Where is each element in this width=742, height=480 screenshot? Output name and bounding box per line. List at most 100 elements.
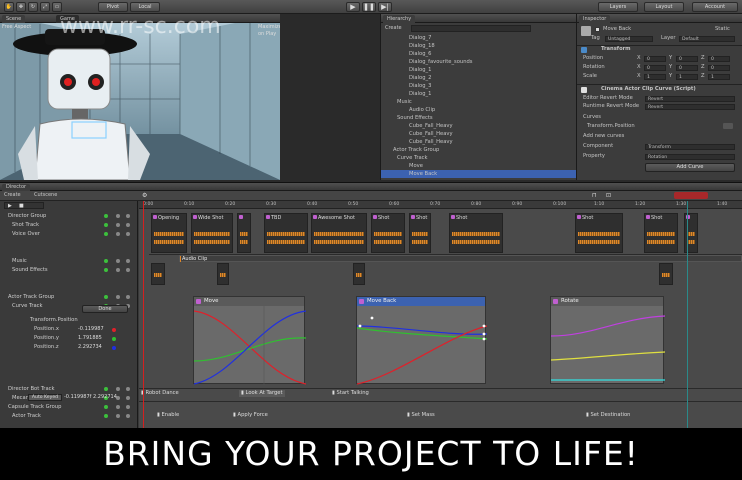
curve-value[interactable]: -0.119987 bbox=[78, 326, 104, 333]
component-dropdown[interactable]: Transform bbox=[645, 144, 735, 150]
shot-clip[interactable]: TBD bbox=[264, 213, 308, 253]
tab-director[interactable]: Director bbox=[2, 184, 31, 191]
hierarchy-item[interactable]: Dialog_1 bbox=[409, 91, 431, 98]
track-visible-icon[interactable] bbox=[104, 414, 108, 418]
transform-field[interactable]: 0 bbox=[644, 56, 666, 62]
object-name-field[interactable]: Move Back bbox=[603, 26, 703, 33]
track-row[interactable]: Transform.Position bbox=[0, 316, 138, 325]
transform-field[interactable]: 0 bbox=[708, 65, 730, 71]
track-row[interactable]: Capsule Track Group bbox=[0, 403, 138, 412]
layer-dropdown[interactable]: Default bbox=[679, 36, 735, 42]
track-settings-icon[interactable] bbox=[126, 405, 130, 409]
track-visible-icon[interactable] bbox=[104, 387, 108, 391]
hierarchy-item[interactable]: Dialog_3 bbox=[409, 83, 431, 90]
track-lock-icon[interactable] bbox=[116, 405, 120, 409]
track-row[interactable]: Actor Track Group bbox=[0, 293, 138, 302]
track-visible-icon[interactable] bbox=[104, 223, 108, 227]
transform-header[interactable]: Transform bbox=[601, 46, 631, 53]
shot-clip[interactable]: Wide Shot bbox=[191, 213, 233, 253]
track-row[interactable]: Position.x bbox=[0, 325, 138, 334]
record-button[interactable] bbox=[674, 192, 708, 199]
curves-label[interactable]: Curves bbox=[583, 114, 601, 121]
pause-icon[interactable]: ❚❚ bbox=[362, 2, 376, 12]
curve-clip-move[interactable]: Move bbox=[193, 296, 306, 385]
curve-clip-move-back[interactable]: Move Back bbox=[356, 296, 487, 385]
hierarchy-item[interactable]: Curve Track bbox=[397, 155, 428, 162]
track-lock-icon[interactable] bbox=[116, 214, 120, 218]
sfx-clip[interactable] bbox=[217, 263, 229, 285]
track-settings-icon[interactable] bbox=[126, 223, 130, 227]
event-marker[interactable]: ▮ Set Destination bbox=[586, 412, 630, 419]
play-controls[interactable]: ▶ ■ bbox=[4, 202, 44, 209]
hierarchy-item[interactable]: Dialog_18 bbox=[409, 43, 435, 50]
track-settings-icon[interactable] bbox=[126, 232, 130, 236]
track-lock-icon[interactable] bbox=[116, 268, 120, 272]
hierarchy-item[interactable]: Move bbox=[409, 163, 423, 170]
track-visible-icon[interactable] bbox=[104, 232, 108, 236]
hand-tool-icon[interactable]: ✋ bbox=[4, 2, 14, 12]
event-marker[interactable]: ▮ Enable bbox=[157, 412, 179, 419]
done-button[interactable]: Done bbox=[82, 305, 128, 313]
hierarchy-item[interactable]: Dialog_7 bbox=[409, 35, 431, 42]
playhead[interactable] bbox=[143, 201, 144, 429]
timeline-area[interactable]: 0:00 0:10 0:20 0:30 0:40 0:50 0:60 0:70 0:80 0:90… bbox=[139, 201, 742, 429]
tab-scene[interactable]: Scene bbox=[2, 15, 26, 23]
property-dropdown[interactable]: Rotation bbox=[645, 154, 735, 160]
track-lock-icon[interactable] bbox=[116, 295, 120, 299]
track-visible-icon[interactable] bbox=[104, 295, 108, 299]
transform-field[interactable]: 0 bbox=[676, 65, 698, 71]
transform-field[interactable]: 1 bbox=[708, 74, 730, 80]
sfx-clip[interactable] bbox=[353, 263, 365, 285]
play-icon[interactable]: ▶ bbox=[8, 203, 12, 210]
stop-icon[interactable]: ■ bbox=[19, 203, 24, 210]
pivot-toggle[interactable]: Pivot bbox=[98, 2, 128, 12]
track-row[interactable]: Sound Effects bbox=[0, 266, 138, 275]
magnet-icon[interactable]: ⊓ bbox=[592, 192, 597, 200]
rect-tool-icon[interactable]: ▭ bbox=[52, 2, 62, 12]
transform-field[interactable]: 1 bbox=[676, 74, 698, 80]
hierarchy-item[interactable]: Cube_Fall_Heavy bbox=[409, 123, 453, 130]
track-visible-icon[interactable] bbox=[104, 268, 108, 272]
track-row[interactable]: Director Bot Track bbox=[0, 385, 138, 394]
hierarchy-item[interactable]: Cube_Fall_Heavy bbox=[409, 139, 453, 146]
shot-clip[interactable]: Awesome Shot bbox=[311, 213, 367, 253]
track-lock-icon[interactable] bbox=[116, 223, 120, 227]
cutscene-dropdown[interactable]: Cutscene bbox=[34, 192, 57, 199]
track-row[interactable]: Position.z bbox=[0, 343, 138, 352]
static-toggle[interactable]: Static bbox=[715, 26, 730, 33]
hierarchy-item[interactable]: Music bbox=[397, 99, 412, 106]
track-settings-icon[interactable] bbox=[126, 259, 130, 263]
shot-clip[interactable] bbox=[237, 213, 251, 253]
auto-key-button[interactable]: Auto Keyed bbox=[28, 394, 62, 401]
track-lock-icon[interactable] bbox=[116, 232, 120, 236]
remove-curve-icon[interactable] bbox=[723, 123, 733, 129]
settings-icon[interactable]: ⚙ bbox=[142, 192, 147, 200]
curve-value[interactable]: 1.791885 bbox=[78, 335, 102, 342]
rotate-tool-icon[interactable]: ↻ bbox=[28, 2, 38, 12]
end-marker[interactable] bbox=[687, 201, 688, 429]
curve-item[interactable]: Transform.Position bbox=[587, 123, 635, 130]
track-visible-icon[interactable] bbox=[104, 259, 108, 263]
transform-field[interactable]: 0 bbox=[676, 56, 698, 62]
shot-clip[interactable]: Opening bbox=[151, 213, 187, 253]
audio-clip[interactable]: Audio Clip bbox=[179, 255, 742, 262]
track-row[interactable]: Director Group bbox=[0, 212, 138, 221]
event-marker[interactable]: ▮ Set Mass bbox=[407, 412, 435, 419]
track-lock-icon[interactable] bbox=[116, 387, 120, 391]
add-curve-button[interactable]: Add Curve bbox=[645, 163, 735, 172]
step-icon[interactable]: ▶| bbox=[378, 2, 392, 12]
shot-clip[interactable]: Shot bbox=[409, 213, 431, 253]
shot-clip[interactable]: Shot bbox=[371, 213, 405, 253]
event-marker[interactable]: ▮ Apply Force bbox=[233, 412, 268, 419]
scale-tool-icon[interactable]: ⤢ bbox=[40, 2, 50, 12]
director-create-button[interactable]: Create bbox=[4, 192, 21, 199]
track-row[interactable]: Music bbox=[0, 257, 138, 266]
track-settings-icon[interactable] bbox=[126, 414, 130, 418]
sfx-clip[interactable] bbox=[151, 263, 165, 285]
layout-dropdown[interactable]: Layout bbox=[644, 2, 684, 12]
time-ruler[interactable]: 0:00 0:10 0:20 0:30 0:40 0:50 0:60 0:70 0:80 0:90… bbox=[139, 201, 742, 209]
hierarchy-item[interactable]: Sound Effects bbox=[397, 115, 433, 122]
track-visible-icon[interactable] bbox=[104, 214, 108, 218]
track-row[interactable]: Voice Over bbox=[0, 230, 138, 239]
hierarchy-item[interactable]: Actor Track Group bbox=[393, 147, 439, 154]
